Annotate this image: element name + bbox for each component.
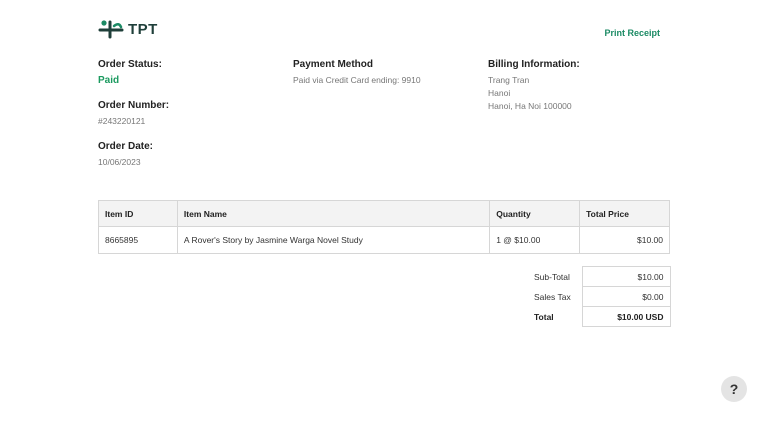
item-total-cell: $10.00 <box>579 226 670 254</box>
billing-name: Trang Tran <box>488 75 530 85</box>
header-total-price: Total Price <box>579 200 670 227</box>
subtotal-value: $10.00 <box>581 266 671 287</box>
order-status-label: Order Status: <box>98 59 162 70</box>
item-quantity-cell: 1 @ $10.00 <box>489 226 581 254</box>
payment-method-label: Payment Method <box>293 59 374 70</box>
billing-city: Hanoi <box>488 88 511 98</box>
header-item-id: Item ID <box>98 200 178 227</box>
logo-text: TPT <box>128 20 158 38</box>
order-number: Order Number: #243220121 <box>98 100 169 128</box>
order-status: Order Status: Paid <box>98 59 169 87</box>
header-quantity: Quantity <box>489 200 581 227</box>
help-button[interactable]: ? <box>721 376 747 402</box>
tpt-logo[interactable]: TPT <box>98 19 158 39</box>
item-name-cell: A Rover's Story by Jasmine Warga Novel S… <box>176 226 491 254</box>
question-icon: ? <box>729 381 739 397</box>
sales-tax-label: Sales Tax <box>534 291 571 302</box>
order-info: Order Status: Paid Order Number: #243220… <box>98 59 169 182</box>
print-receipt-link[interactable]: Print Receipt <box>604 28 660 38</box>
total-label: Total <box>534 311 554 322</box>
total-row: Total $10.00 USD <box>520 306 671 327</box>
order-date: Order Date: 10/06/2023 <box>98 141 169 169</box>
billing-address: Hanoi, Ha Noi 100000 <box>488 101 572 111</box>
totals-table: Sub-Total $10.00 Sales Tax $0.00 Total $… <box>520 266 671 327</box>
tpt-logo-icon <box>98 20 124 39</box>
table-row: 8665895 A Rover's Story by Jasmine Warga… <box>98 226 670 254</box>
payment-method-value: Paid via Credit Card ending: 9910 <box>293 75 421 85</box>
order-date-label: Order Date: <box>98 141 154 152</box>
total-value: $10.00 USD <box>581 306 671 327</box>
order-date-value: 10/06/2023 <box>98 157 141 167</box>
payment-method: Payment Method Paid via Credit Card endi… <box>293 59 421 87</box>
sales-tax-row: Sales Tax $0.00 <box>520 286 671 307</box>
items-table-header: Item ID Item Name Quantity Total Price <box>98 200 670 227</box>
items-table: Item ID Item Name Quantity Total Price 8… <box>98 200 670 254</box>
order-number-label: Order Number: <box>98 100 170 111</box>
subtotal-label: Sub-Total <box>534 271 570 282</box>
header-item-name: Item Name <box>176 200 491 227</box>
item-id-cell: 8665895 <box>98 226 178 254</box>
billing-info: Billing Information: Trang Tran Hanoi Ha… <box>488 59 580 113</box>
order-number-value: #243220121 <box>98 116 146 126</box>
billing-info-label: Billing Information: <box>488 59 580 70</box>
subtotal-row: Sub-Total $10.00 <box>520 266 671 287</box>
order-status-value: Paid <box>98 75 120 86</box>
sales-tax-value: $0.00 <box>581 286 671 307</box>
